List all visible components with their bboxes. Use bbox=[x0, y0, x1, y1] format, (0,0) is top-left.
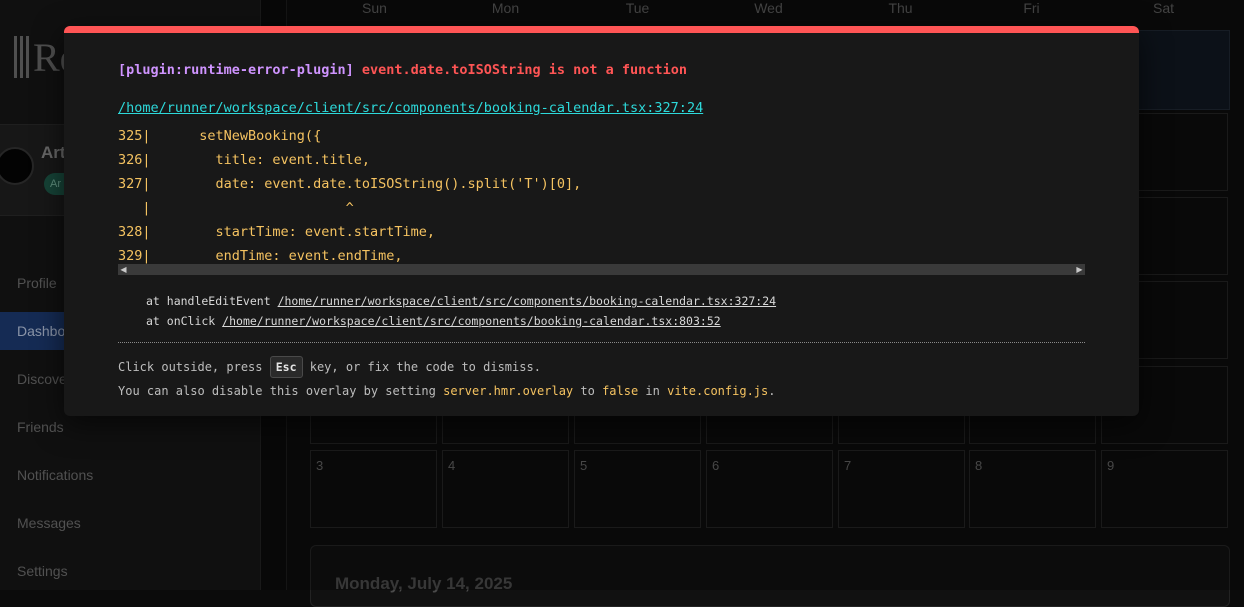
overlay-tip: Click outside, press Esc key, or fix the… bbox=[118, 355, 775, 403]
stack-frame: at onClick /home/runner/workspace/client… bbox=[146, 311, 776, 331]
config-file: vite.config.js bbox=[667, 384, 769, 398]
tip-text: to bbox=[573, 384, 603, 398]
config-key: server.hmr.overlay bbox=[443, 384, 574, 398]
error-plugin-label: [plugin:runtime-error-plugin] bbox=[118, 62, 354, 78]
tip-text: in bbox=[638, 384, 668, 398]
esc-key: Esc bbox=[269, 356, 303, 378]
overlay-divider bbox=[118, 342, 1085, 343]
scroll-left-icon[interactable]: ◀ bbox=[118, 264, 129, 275]
tip-text: You can also disable this overlay by set… bbox=[118, 384, 444, 398]
code-line: 327| date: event.date.toISOString().spli… bbox=[118, 176, 582, 192]
code-frame: 325| setNewBooking({ 326| title: event.t… bbox=[118, 124, 1085, 268]
dismiss-tip: Click outside, press Esc key, or fix the… bbox=[118, 355, 775, 379]
code-line: 325| setNewBooking({ bbox=[118, 128, 322, 144]
stack-frame-link[interactable]: /home/runner/workspace/client/src/compon… bbox=[222, 314, 721, 328]
code-line: 326| title: event.title, bbox=[118, 152, 370, 168]
stack-frame-fn: at onClick bbox=[146, 314, 223, 328]
disable-tip: You can also disable this overlay by set… bbox=[118, 379, 775, 403]
stack-frame-link[interactable]: /home/runner/workspace/client/src/compon… bbox=[278, 294, 777, 308]
error-overlay: [plugin:runtime-error-plugin] event.date… bbox=[64, 26, 1139, 416]
tip-text: key, or fix the code to dismiss. bbox=[302, 360, 541, 374]
scroll-right-icon[interactable]: ▶ bbox=[1074, 264, 1085, 275]
code-line: 328| startTime: event.startTime, bbox=[118, 224, 435, 240]
stack-trace: at handleEditEvent /home/runner/workspac… bbox=[146, 291, 776, 331]
code-line-caret: | ^ bbox=[118, 200, 354, 216]
error-header: [plugin:runtime-error-plugin] event.date… bbox=[118, 62, 687, 78]
tip-text: Click outside, press bbox=[118, 360, 270, 374]
stack-frame: at handleEditEvent /home/runner/workspac… bbox=[146, 291, 776, 311]
error-file-link[interactable]: /home/runner/workspace/client/src/compon… bbox=[118, 100, 703, 116]
code-frame-scrollbar[interactable]: ◀ ▶ bbox=[118, 264, 1085, 275]
stack-frame-fn: at handleEditEvent bbox=[146, 294, 278, 308]
config-value: false bbox=[602, 384, 639, 398]
tip-text: . bbox=[768, 384, 776, 398]
error-message: event.date.toISOString is not a function bbox=[361, 62, 687, 78]
